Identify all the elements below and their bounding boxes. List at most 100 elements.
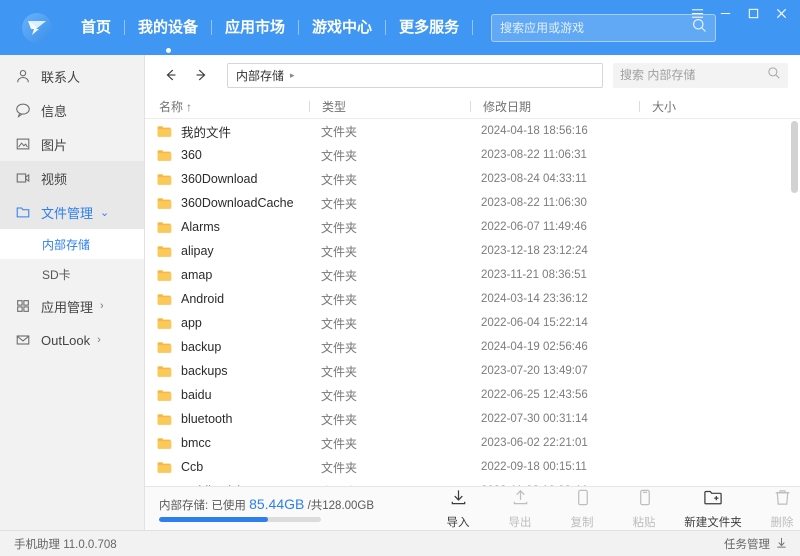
sidebar-item-messages[interactable]: 信息 <box>0 93 144 127</box>
table-row[interactable]: backup 文件夹 2024-04-19 02:56:46 <box>145 335 800 359</box>
global-search-box[interactable] <box>491 13 717 42</box>
sidebar-subitem-sd-card[interactable]: SD卡 <box>0 259 144 289</box>
global-search-input[interactable] <box>500 20 693 35</box>
file-list[interactable]: 我的文件 文件夹 2024-04-18 18:56:16 360 文件夹 2023-08-… <box>145 119 800 486</box>
nav-item-more-services[interactable]: 更多服务 <box>386 16 472 40</box>
sidebar: 联系人 信息 图片 视频 文件管理 ⌄ 内部存储 SD卡 应用管理 › OutL… <box>0 55 145 530</box>
table-row[interactable]: Ccb 文件夹 2022-09-18 00:15:11 <box>145 455 800 479</box>
path-breadcrumb-input[interactable]: 内部存储 ▸ <box>227 62 603 88</box>
maximize-button[interactable] <box>740 2 766 24</box>
cell-date: 2023-08-22 11:06:31 <box>481 149 587 161</box>
cell-date: 2023-07-20 13:49:07 <box>481 365 588 377</box>
task-manager-button[interactable]: 任务管理 <box>724 536 788 552</box>
apps-icon <box>14 297 32 315</box>
folder-icon <box>157 269 172 282</box>
table-row[interactable]: alipay 文件夹 2023-12-18 23:12:24 <box>145 239 800 263</box>
cell-type: 文件夹 <box>321 340 358 355</box>
window-controls <box>684 2 794 24</box>
nav-item-app-market[interactable]: 应用市场 <box>212 16 298 40</box>
column-header-size[interactable]: 大小 <box>640 95 800 118</box>
file-name-label: backups <box>181 364 228 378</box>
folder-icon <box>14 203 32 221</box>
sidebar-item-images[interactable]: 图片 <box>0 127 144 161</box>
sidebar-item-label: OutLook <box>41 332 91 348</box>
cell-date: 2022-06-07 11:49:46 <box>481 221 587 233</box>
action-button-delete: 删除 <box>751 488 800 530</box>
action-buttons: 导入导出复制粘贴新建文件夹删除刷新 <box>427 488 800 530</box>
close-button[interactable] <box>768 2 794 24</box>
cell-type: 文件夹 <box>321 460 358 475</box>
minimize-button[interactable] <box>712 2 738 24</box>
folder-icon <box>157 365 172 378</box>
action-label: 导出 <box>508 516 532 529</box>
column-header-type[interactable]: 类型 <box>310 95 470 118</box>
file-name-label: 我的文件 <box>181 125 232 140</box>
file-search-box[interactable] <box>613 62 788 88</box>
sidebar-item-file-management[interactable]: 文件管理 ⌄ <box>0 195 144 229</box>
table-row[interactable]: backups 文件夹 2023-07-20 13:49:07 <box>145 359 800 383</box>
table-row[interactable]: baidu 文件夹 2022-06-25 12:43:56 <box>145 383 800 407</box>
sidebar-item-label: 信息 <box>41 103 68 119</box>
chevron-down-icon[interactable]: ⌄ <box>100 206 109 219</box>
app-version-label: 手机助理 11.0.0.708 <box>14 538 117 551</box>
action-button-copy: 复制 <box>551 488 613 530</box>
search-icon[interactable] <box>767 66 781 85</box>
table-row[interactable]: bluetooth 文件夹 2022-07-30 00:31:14 <box>145 407 800 431</box>
cell-date: 2024-03-14 23:36:12 <box>481 293 588 305</box>
scrollbar-thumb[interactable] <box>791 121 798 193</box>
sort-ascending-icon: ↑ <box>186 99 193 114</box>
table-row[interactable]: Alarms 文件夹 2022-06-07 11:49:46 <box>145 215 800 239</box>
menu-button[interactable] <box>684 2 710 24</box>
nav-label: 首页 <box>81 18 112 36</box>
vertical-scrollbar[interactable] <box>791 121 798 486</box>
storage-total-value: /共128.00GB <box>307 499 375 512</box>
cell-date: 2024-04-18 18:56:16 <box>481 125 588 137</box>
table-row[interactable]: Android 文件夹 2024-03-14 23:36:12 <box>145 287 800 311</box>
app-logo <box>22 12 52 43</box>
chevron-right-icon[interactable]: › <box>97 334 101 346</box>
file-name-label: backup <box>181 340 222 354</box>
storage-text: 内部存储: 已使用 85.44GB /共128.00GB <box>159 496 409 513</box>
table-row[interactable]: 我的文件 文件夹 2024-04-18 18:56:16 <box>145 119 800 143</box>
sidebar-item-app-management[interactable]: 应用管理 › <box>0 289 144 323</box>
column-header-name[interactable]: 名称 ↑ <box>157 95 309 118</box>
table-row[interactable]: bmcc 文件夹 2023-06-02 22:21:01 <box>145 431 800 455</box>
cell-name: bluetooth <box>157 412 309 426</box>
table-row[interactable]: Mobile Ticket 文件夹2023-11-03 10:02:44 <box>145 479 800 486</box>
sidebar-item-videos[interactable]: 视频 <box>0 161 144 195</box>
nav-item-game-center[interactable]: 游戏中心 <box>299 16 385 40</box>
back-button[interactable] <box>159 63 183 87</box>
sidebar-item-outlook[interactable]: OutLook › <box>0 323 144 357</box>
cell-date: 2023-11-03 10:02:44 <box>469 485 637 486</box>
action-button-import[interactable]: 导入 <box>427 488 489 530</box>
folder-icon <box>157 173 172 186</box>
forward-button[interactable] <box>189 63 213 87</box>
table-row[interactable]: 360Download 文件夹 2023-08-24 04:33:11 <box>145 167 800 191</box>
action-button-paste: 粘贴 <box>613 488 675 530</box>
nav-item-home[interactable]: 首页 <box>68 16 124 40</box>
sidebar-item-contacts[interactable]: 联系人 <box>0 59 144 93</box>
table-row[interactable]: amap 文件夹 2023-11-21 08:36:51 <box>145 263 800 287</box>
column-header-date[interactable]: 修改日期 <box>471 95 639 118</box>
file-name-label: 360DownloadCache <box>181 196 294 210</box>
app-window: 首页 我的设备 应用市场 游戏中心 更多服务 搜索应用或游戏 联系人 信息 图片… <box>0 0 800 556</box>
cell-date: 2023-11-21 08:36:51 <box>481 269 587 281</box>
file-search-input[interactable] <box>620 68 767 82</box>
status-bar: 手机助理 11.0.0.708 任务管理 <box>0 530 800 556</box>
action-button-new-folder[interactable]: 新建文件夹 <box>675 488 751 530</box>
folder-icon <box>157 245 172 258</box>
sidebar-item-label: 图片 <box>41 137 68 153</box>
table-row[interactable]: 360 文件夹 2023-08-22 11:06:31 <box>145 143 800 167</box>
breadcrumb-segment[interactable]: 内部存储 <box>236 67 284 84</box>
column-label: 名称 <box>159 100 184 114</box>
chevron-right-icon: ▸ <box>290 69 295 80</box>
cell-type: 文件夹 <box>309 483 469 487</box>
table-row[interactable]: 360DownloadCache 文件夹 2023-08-22 11:06:30 <box>145 191 800 215</box>
table-row[interactable]: app 文件夹 2022-06-04 15:22:14 <box>145 311 800 335</box>
cell-type: 文件夹 <box>321 268 358 283</box>
folder-icon <box>157 149 172 162</box>
nav-item-my-device[interactable]: 我的设备 <box>125 16 211 53</box>
path-toolbar: 内部存储 ▸ <box>145 55 800 95</box>
chevron-right-icon[interactable]: › <box>100 300 104 312</box>
sidebar-subitem-internal-storage[interactable]: 内部存储 <box>0 229 144 259</box>
